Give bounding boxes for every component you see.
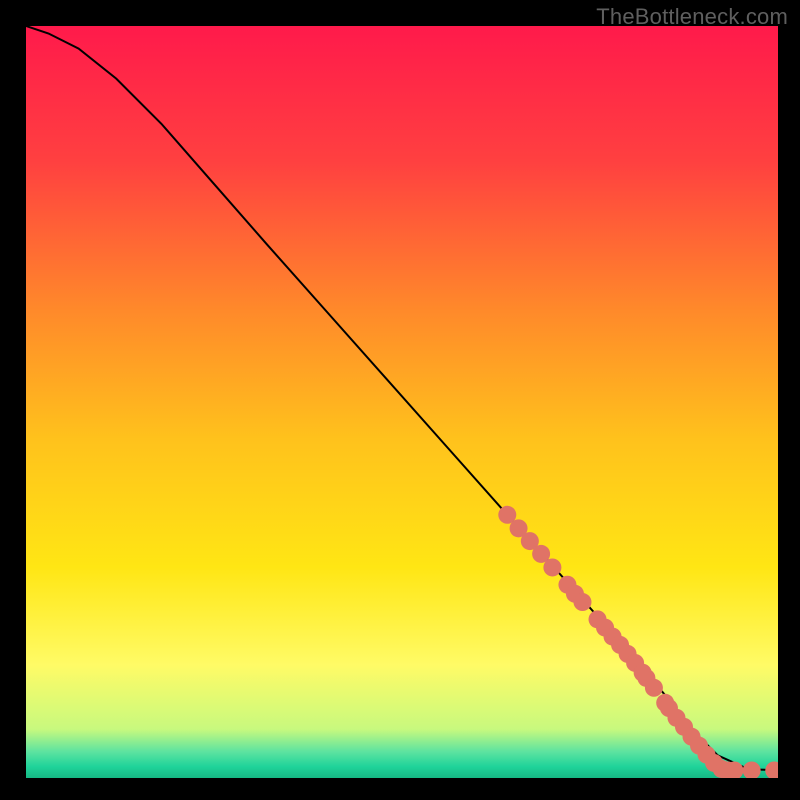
overlay-dot — [645, 679, 663, 697]
overlay-dot — [573, 593, 591, 611]
gradient-background — [26, 26, 778, 778]
chart-frame: TheBottleneck.com — [0, 0, 800, 800]
plot-area — [26, 26, 778, 778]
watermark-text: TheBottleneck.com — [596, 4, 788, 30]
overlay-dot — [543, 558, 561, 576]
chart-svg — [26, 26, 778, 778]
